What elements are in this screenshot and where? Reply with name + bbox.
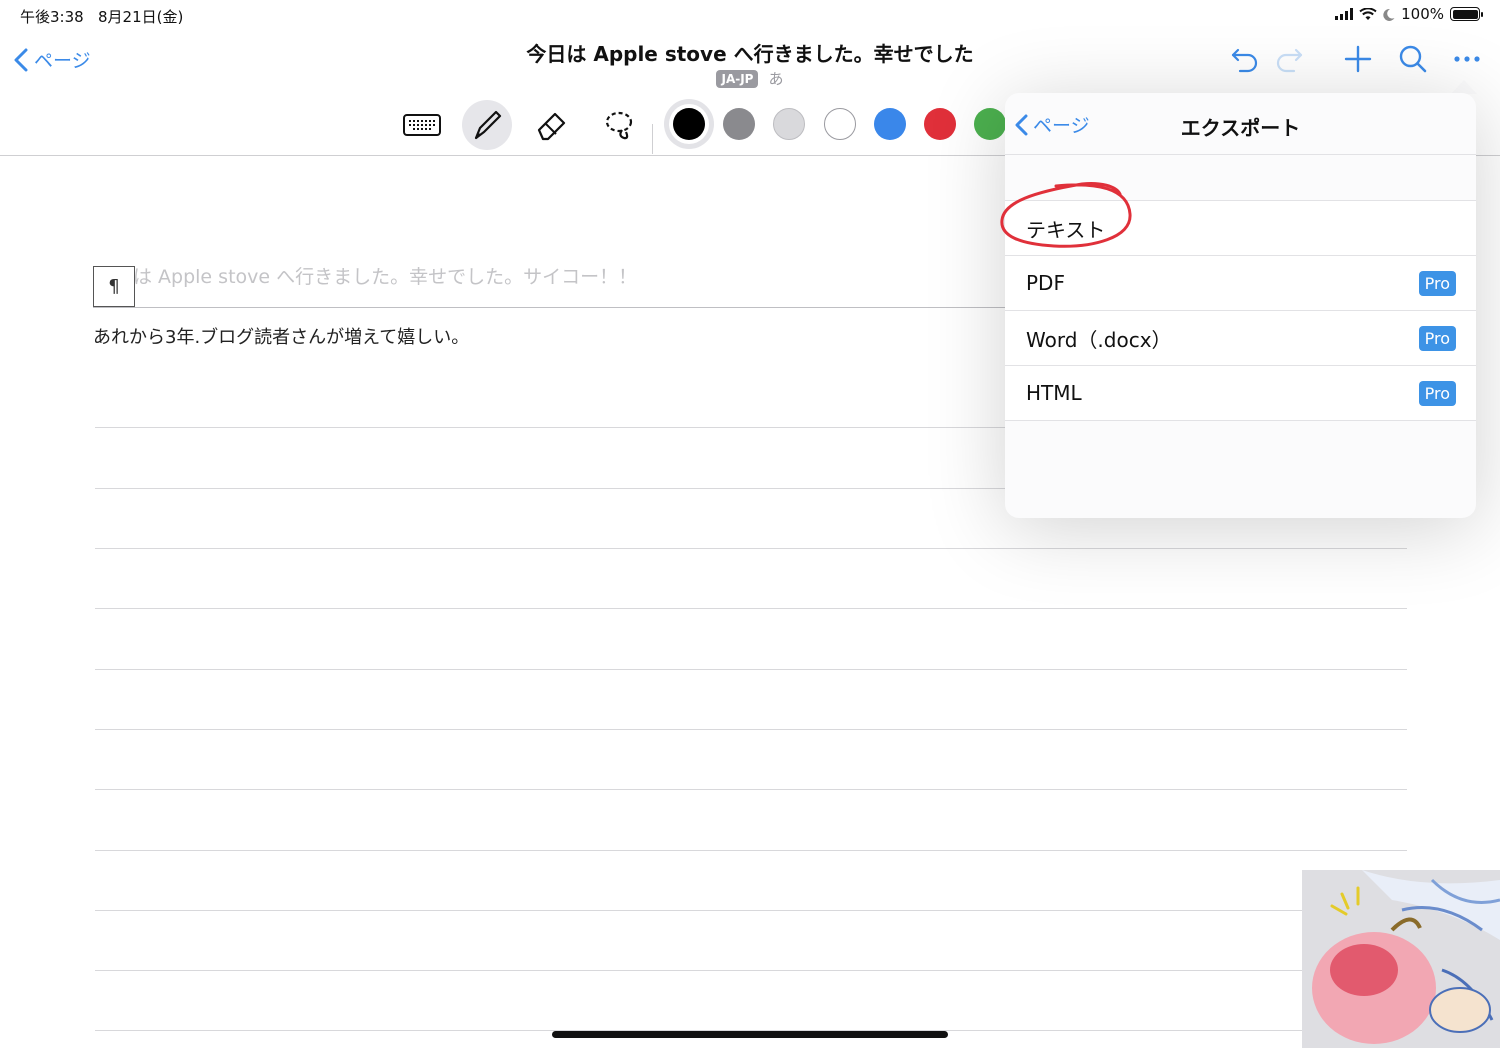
decorative-sticker-image [1302, 870, 1500, 1048]
lasso-tool-button[interactable] [594, 100, 644, 150]
ruled-line [95, 850, 1407, 851]
paragraph-mark-button[interactable]: ¶ [93, 266, 135, 307]
export-option-label: テキスト [1026, 217, 1106, 242]
status-time: 午後3:38 8月21日(金) [20, 6, 183, 27]
status-clock: 午後3:38 [20, 8, 84, 26]
status-right: 100% [1335, 5, 1483, 23]
search-icon[interactable] [1398, 44, 1428, 74]
ruled-line [95, 970, 1407, 971]
redo-icon[interactable] [1274, 44, 1304, 74]
keyboard-tool-button[interactable] [397, 100, 447, 150]
wifi-icon [1359, 7, 1377, 20]
lasso-icon [605, 111, 633, 140]
export-option-label: HTML [1026, 381, 1082, 405]
pen-tool-button[interactable] [462, 100, 512, 150]
export-option-label: PDF [1026, 271, 1065, 295]
ruled-line [95, 789, 1407, 790]
ruled-line [95, 910, 1407, 911]
status-bar: 午後3:38 8月21日(金) 100% [0, 0, 1500, 30]
popover-arrow [1451, 80, 1477, 94]
color-swatch-blue[interactable] [874, 108, 906, 140]
toolbar-divider [652, 124, 653, 154]
ruled-line [95, 548, 1407, 549]
note-body-text[interactable]: あれから3年.ブログ読者さんが増えて嬉しい。 [93, 323, 469, 349]
battery-icon [1450, 7, 1483, 21]
navigation-bar: ページ 今日は Apple stove へ行きました。幸せでした JA-JP あ [0, 30, 1500, 94]
nav-actions [1230, 44, 1480, 74]
battery-percent: 100% [1401, 5, 1444, 23]
color-swatch-red[interactable] [924, 108, 956, 140]
pen-icon [474, 110, 502, 140]
export-popover: ページ エクスポート テキスト PDF Pro Word（.docx） Pro … [1005, 93, 1476, 518]
ruled-line [95, 608, 1407, 609]
export-options-list: テキスト PDF Pro Word（.docx） Pro HTML Pro [1005, 200, 1476, 421]
undo-icon[interactable] [1230, 44, 1260, 74]
ruled-line [95, 669, 1407, 670]
export-option-text[interactable]: テキスト [1005, 201, 1476, 256]
previous-line-text: は Apple stove へ行きました。幸せでした。サイコー！！ [133, 266, 638, 288]
pro-badge: Pro [1418, 380, 1456, 406]
eraser-icon [537, 112, 566, 141]
moon-icon [1383, 8, 1395, 21]
pro-badge: Pro [1418, 270, 1456, 296]
color-swatch-green[interactable] [974, 108, 1006, 140]
input-mode-label[interactable]: あ [768, 68, 783, 89]
language-badge[interactable]: JA-JP [716, 69, 759, 88]
add-icon[interactable] [1344, 45, 1372, 73]
export-option-label: Word（.docx） [1026, 327, 1172, 352]
apple-illustration [1302, 870, 1500, 1048]
ruled-line [95, 729, 1407, 730]
eraser-tool-button[interactable] [527, 100, 577, 150]
color-swatch-light-gray[interactable] [773, 108, 805, 140]
pro-badge: Pro [1418, 325, 1456, 351]
color-swatch-black[interactable] [673, 108, 705, 140]
home-indicator[interactable] [552, 1031, 948, 1038]
color-swatch-gray[interactable] [723, 108, 755, 140]
color-swatch-white[interactable] [824, 108, 856, 140]
more-icon[interactable] [1454, 54, 1480, 64]
export-option-pdf[interactable]: PDF Pro [1005, 256, 1476, 311]
popover-header: ページ エクスポート [1005, 93, 1476, 155]
export-option-word[interactable]: Word（.docx） Pro [1005, 311, 1476, 366]
status-date: 8月21日(金) [98, 8, 184, 26]
popover-title: エクスポート [1180, 116, 1301, 140]
cellular-signal-icon [1335, 8, 1354, 20]
export-option-html[interactable]: HTML Pro [1005, 366, 1476, 421]
keyboard-icon [403, 114, 441, 136]
